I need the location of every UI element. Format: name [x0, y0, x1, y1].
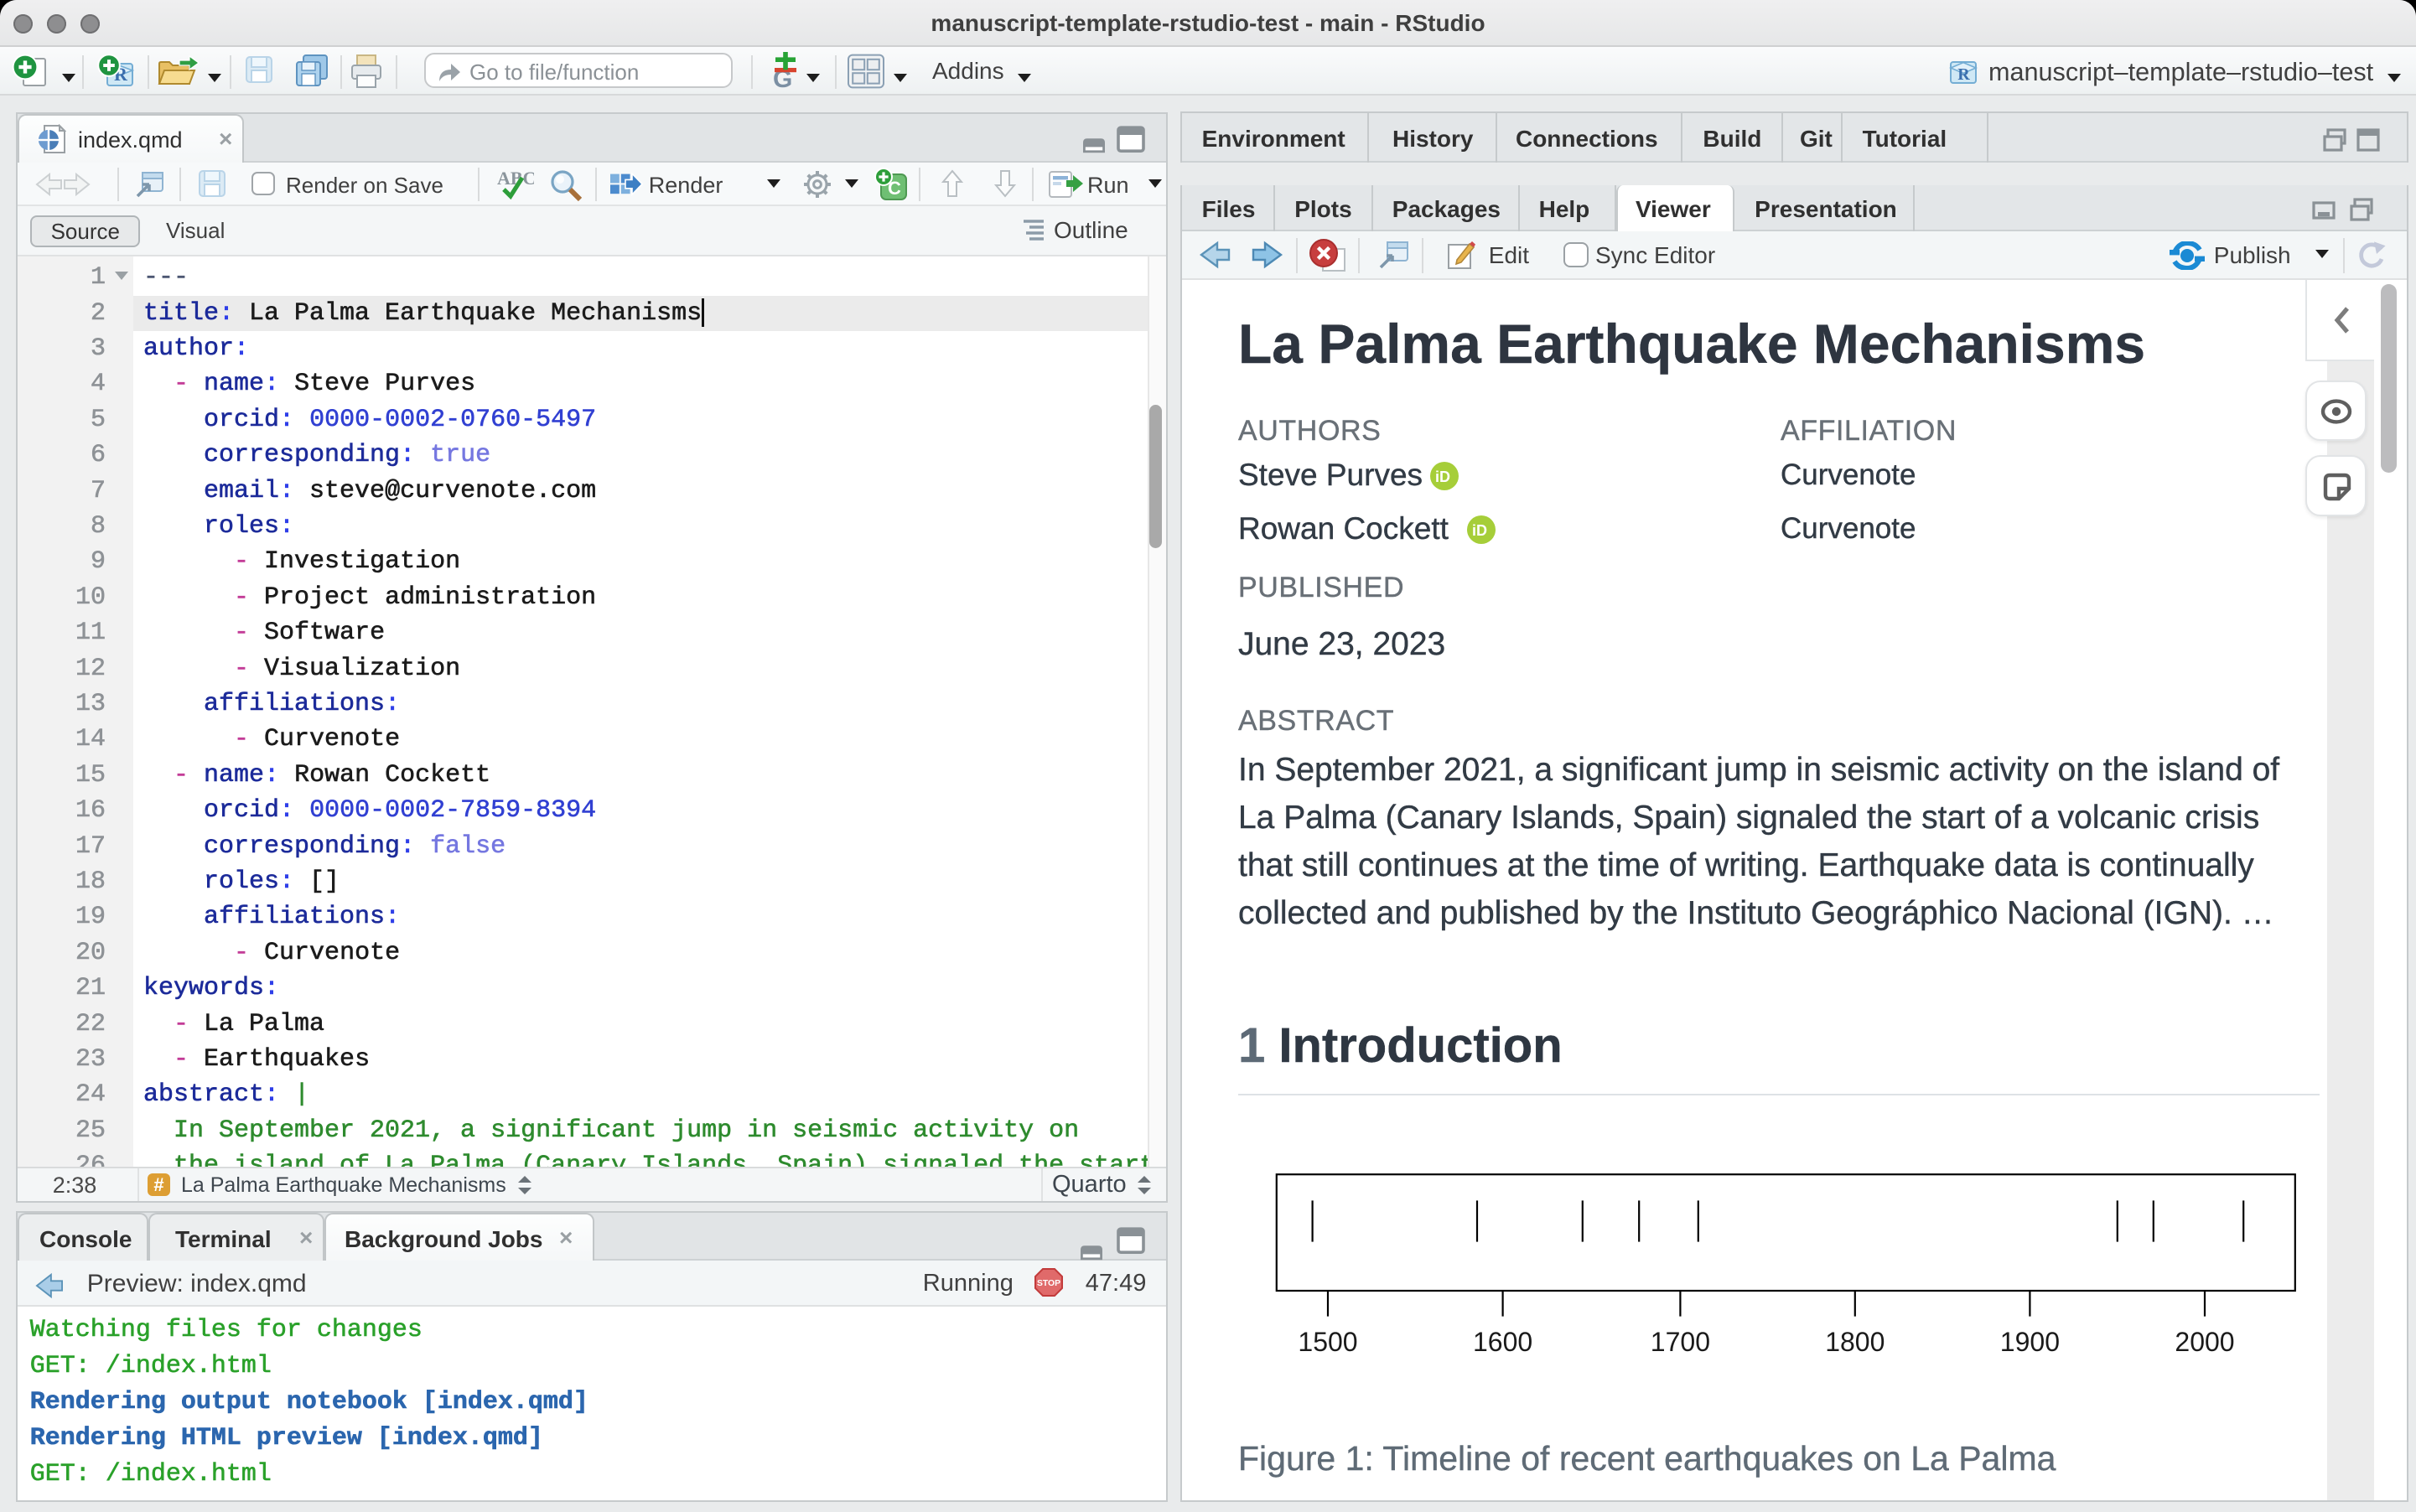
svg-text:1900: 1900 — [2000, 1327, 2060, 1357]
svg-text:1600: 1600 — [1473, 1327, 1532, 1357]
svg-text:R: R — [1957, 65, 1970, 84]
svg-text:2000: 2000 — [2175, 1327, 2234, 1357]
svg-text:iD: iD — [1472, 522, 1487, 539]
svg-text:1500: 1500 — [1298, 1327, 1357, 1357]
svg-text:iD: iD — [1435, 469, 1450, 485]
svg-text:STOP: STOP — [1037, 1279, 1060, 1288]
svg-text:1700: 1700 — [1651, 1327, 1710, 1357]
svg-text:1800: 1800 — [1825, 1327, 1885, 1357]
